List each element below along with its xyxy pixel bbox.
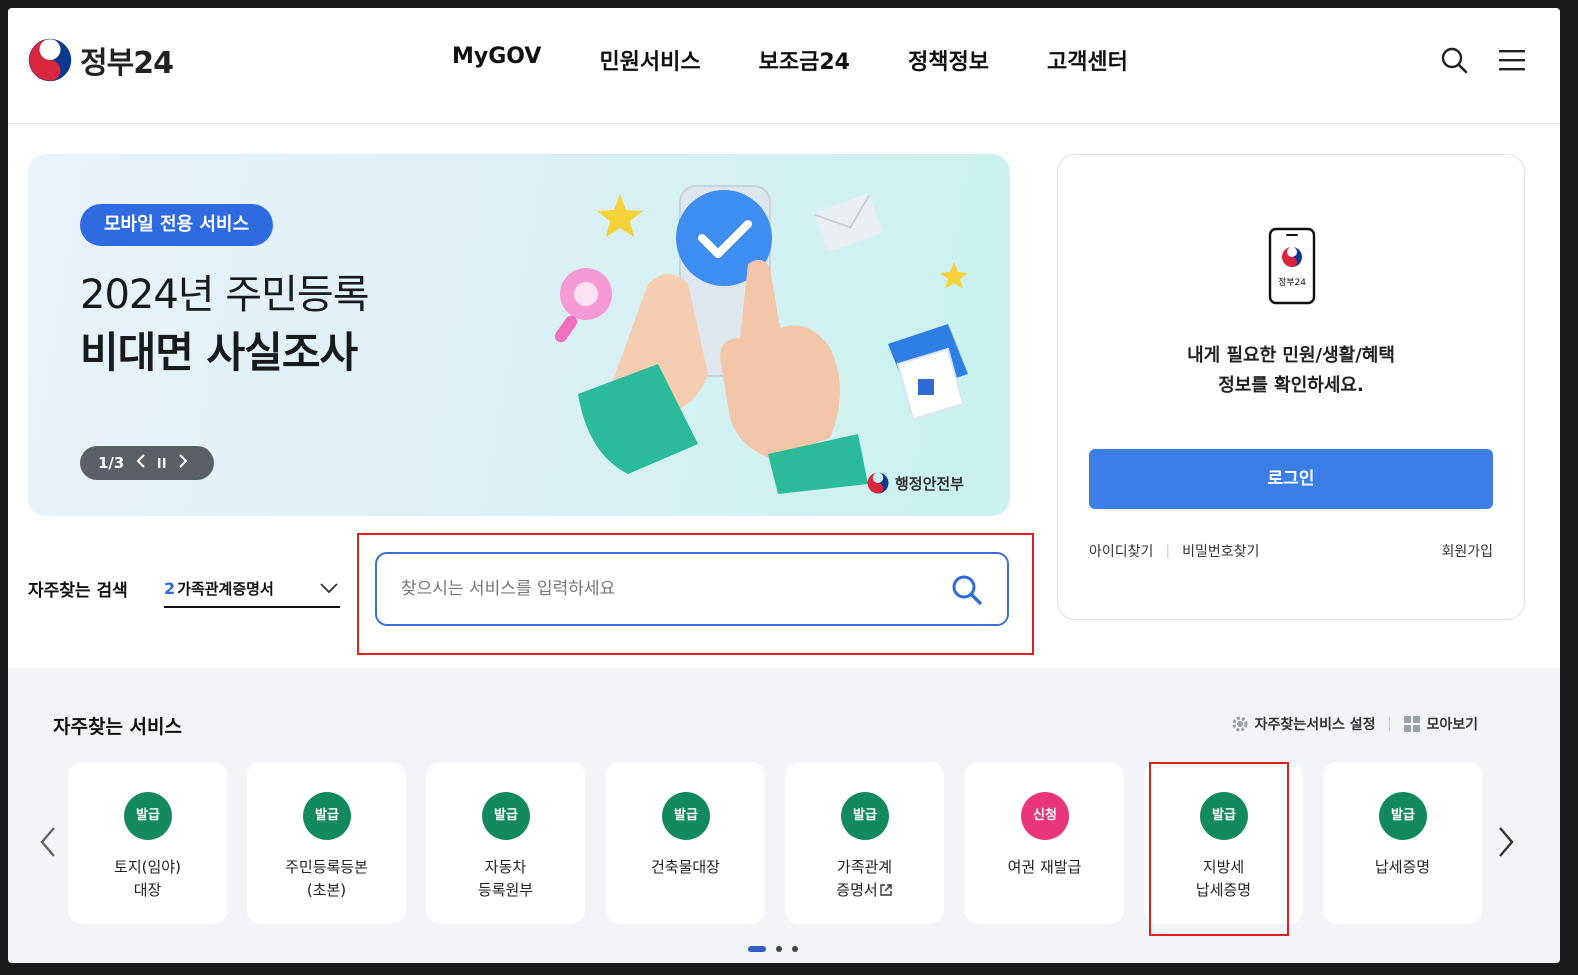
login-message: 내게 필요한 민원/생활/혜택 정보를 확인하세요. <box>1058 341 1524 401</box>
banner-pager: 1/3 <box>98 454 125 472</box>
logo-text: 정부24 <box>80 46 174 81</box>
login-panel: 정부24 내게 필요한 민원/생활/혜택 정보를 확인하세요. 로그인 아이디찾… <box>1057 154 1525 620</box>
service-card[interactable]: 발급 주민등록등본 (초본) <box>247 762 406 924</box>
chevron-down-icon <box>320 583 338 593</box>
signup-link[interactable]: 회원가입 <box>1441 541 1493 561</box>
find-password-link[interactable]: 비밀번호찾기 <box>1182 541 1259 561</box>
header-tools <box>1440 46 1526 74</box>
apply-badge: 신청 <box>1021 792 1069 840</box>
service-label: 토지(임야) 대장 <box>114 858 181 899</box>
banner-title-line1: 2024년 주민등록 <box>80 272 370 318</box>
banner-controls: 1/3 <box>80 446 214 480</box>
carousel-dot[interactable] <box>776 946 782 952</box>
login-message-line1: 내게 필요한 민원/생활/혜택 <box>1187 345 1395 366</box>
find-id-link[interactable]: 아이디찾기 <box>1089 541 1153 561</box>
services-title: 자주찾는 서비스 <box>53 716 182 738</box>
login-message-line2: 정보를 확인하세요. <box>1218 375 1364 396</box>
carousel-dot[interactable] <box>792 946 798 952</box>
service-card[interactable]: 신청 여권 재발급 <box>965 762 1124 924</box>
services-settings-label: 자주찾는서비스 설정 <box>1254 717 1376 733</box>
gov24-logo[interactable]: 정부24 <box>28 38 174 82</box>
frequent-search-label: 자주찾는 검색 <box>28 581 128 601</box>
nav-customer-center[interactable]: 고객센터 <box>1047 44 1128 76</box>
gear-icon <box>1232 716 1248 732</box>
star-icon <box>940 262 968 289</box>
menu-icon[interactable] <box>1498 46 1526 74</box>
service-label: 자동차 등록원부 <box>477 858 534 899</box>
divider <box>1389 717 1391 731</box>
issue-badge: 발급 <box>482 792 530 840</box>
issue-badge: 발급 <box>1379 792 1427 840</box>
issue-badge: 발급 <box>662 792 710 840</box>
divider: | <box>1165 543 1171 559</box>
services-settings-button[interactable]: 자주찾는서비스 설정 <box>1231 714 1376 734</box>
search-button[interactable] <box>951 574 983 606</box>
service-highlight-box <box>1149 762 1289 936</box>
taegeuk-small-icon <box>867 472 889 494</box>
issue-badge: 발급 <box>124 792 172 840</box>
service-card[interactable]: 발급 가족관계 증명서 <box>785 762 944 924</box>
star-icon <box>597 194 643 237</box>
service-label-wrap: 가족관계 증명서 <box>785 856 944 902</box>
house-icon <box>888 324 968 421</box>
frequent-search-dropdown[interactable]: 2 가족관계증명서 <box>164 570 340 608</box>
chevron-right-icon <box>1499 827 1514 857</box>
services-tools: 자주찾는서비스 설정 모아보기 <box>1231 714 1478 734</box>
carousel-next-button[interactable] <box>1494 822 1518 862</box>
search-input[interactable] <box>401 579 921 599</box>
login-button[interactable]: 로그인 <box>1089 449 1493 509</box>
service-card[interactable]: 발급 자동차 등록원부 <box>426 762 585 924</box>
nav-civil-services[interactable]: 민원서비스 <box>599 44 700 76</box>
frequent-search-term: 가족관계증명서 <box>177 579 274 598</box>
carousel-prev-button[interactable] <box>36 822 60 862</box>
service-card[interactable]: 발급 납세증명 <box>1323 762 1482 924</box>
frequent-services-section: 자주찾는 서비스 자주찾는서비스 설정 모아보기 발급 토지(임야) 대장 발급… <box>8 668 1560 963</box>
gov24-app-icon: 정부24 <box>1268 227 1316 305</box>
issue-badge: 발급 <box>303 792 351 840</box>
service-label: 여권 재발급 <box>1007 858 1082 876</box>
envelope-icon <box>814 194 882 252</box>
nav-mygov[interactable]: MyGOV <box>452 44 541 76</box>
service-label: 주민등록등본 (초본) <box>285 858 368 899</box>
issue-badge: 발급 <box>841 792 889 840</box>
service-label: 건축물대장 <box>650 858 720 876</box>
frequent-search-rank: 2 <box>164 578 176 598</box>
nav-policy-info[interactable]: 정책정보 <box>908 44 989 76</box>
external-link-icon <box>880 884 892 896</box>
app-icon-label: 정부24 <box>1278 277 1306 288</box>
promo-banner[interactable]: 모바일 전용 서비스 2024년 주민등록 비대면 사실조사 1/3 행정안전부 <box>28 154 1010 516</box>
next-slide-icon[interactable] <box>178 454 188 472</box>
banner-badge: 모바일 전용 서비스 <box>80 204 274 246</box>
site-header: 정부24 MyGOV 민원서비스 보조금24 정책정보 고객센터 <box>8 8 1560 124</box>
carousel-dots <box>748 946 798 952</box>
prev-slide-icon[interactable] <box>136 454 146 472</box>
banner-title-line2: 비대면 사실조사 <box>80 328 358 377</box>
ministry-logo: 행정안전부 <box>867 472 964 494</box>
service-label: 납세증명 <box>1374 858 1431 876</box>
grid-icon <box>1404 716 1421 732</box>
search-icon[interactable] <box>1440 46 1468 74</box>
chevron-left-icon <box>40 827 55 857</box>
taegeuk-icon <box>28 38 72 82</box>
carousel-dot[interactable] <box>748 946 766 952</box>
ministry-name: 행정안전부 <box>894 474 964 493</box>
nav-subsidy24[interactable]: 보조금24 <box>759 44 850 76</box>
search-bar <box>375 552 1009 626</box>
magnifier-icon <box>554 268 612 343</box>
service-card[interactable]: 발급 건축물대장 <box>606 762 765 924</box>
browser-frame: 정부24 MyGOV 민원서비스 보조금24 정책정보 고객센터 모바일 전용 … <box>8 8 1560 963</box>
view-all-label: 모아보기 <box>1426 717 1478 733</box>
view-all-button[interactable]: 모아보기 <box>1404 714 1478 734</box>
account-links: 아이디찾기 | 비밀번호찾기 회원가입 <box>1089 541 1493 561</box>
service-card[interactable]: 발급 토지(임야) 대장 <box>68 762 227 924</box>
banner-illustration <box>554 185 968 494</box>
main-nav: MyGOV 민원서비스 보조금24 정책정보 고객센터 <box>452 44 1186 76</box>
search-icon <box>952 575 982 605</box>
pause-icon[interactable] <box>158 454 166 472</box>
